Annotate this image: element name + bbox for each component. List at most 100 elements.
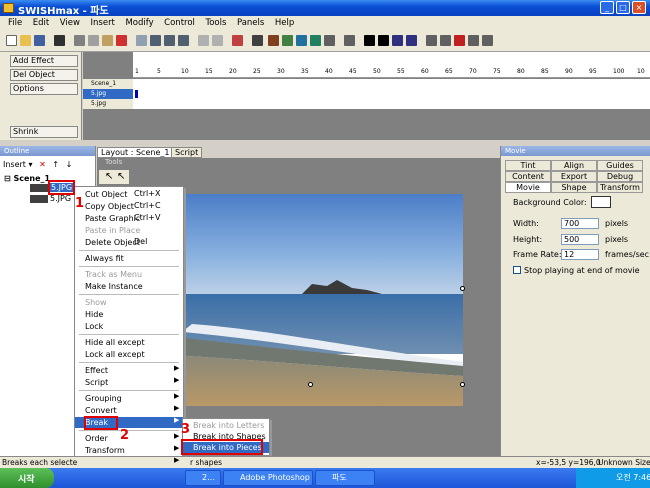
menu-item-convert[interactable]: Convert [75,405,183,416]
paste-icon[interactable] [102,35,113,46]
save-icon[interactable] [34,35,45,46]
minimize-button[interactable]: _ [600,1,614,14]
timeline-row-image[interactable]: 5.jpg [83,99,133,109]
tab-content[interactable]: Content [505,171,551,182]
menu-edit[interactable]: Edit [33,16,49,30]
menu-item-show[interactable]: Show [75,297,183,308]
text-icon[interactable] [268,35,279,46]
move-up-icon[interactable] [136,35,147,46]
redo-icon[interactable] [212,35,223,46]
resize-handle[interactable] [460,286,465,291]
menu-item-hide-all-except[interactable]: Hide all except [75,337,183,348]
shrink-button[interactable]: Shrink [10,126,78,138]
scene-node[interactable]: ⊟ Scene_1 [4,174,50,183]
copy-icon[interactable] [88,35,99,46]
beach-photo[interactable] [152,194,463,406]
last-frame-icon[interactable] [482,35,493,46]
select-arrow-icon[interactable]: ↖ [105,171,113,182]
shape-icon[interactable] [296,35,307,46]
width-field[interactable]: 700 [561,218,599,229]
help-icon[interactable] [232,35,243,46]
sound-icon[interactable] [310,35,321,46]
menu-view[interactable]: View [60,16,80,30]
menu-control[interactable]: Control [164,16,195,30]
frame-rate-field[interactable]: 12 [561,249,599,260]
maximize-button[interactable]: □ [616,1,630,14]
taskbar-item[interactable]: 2... [185,470,221,486]
menu-insert[interactable]: Insert [91,16,115,30]
menu-item-track-as-menu[interactable]: Track as Menu [75,269,183,280]
play-icon[interactable] [364,35,375,46]
first-frame-icon[interactable] [426,35,437,46]
play-timeline-icon[interactable] [392,35,403,46]
subselect-icon[interactable]: ↖ [117,171,125,182]
menu-item-break-letters[interactable]: Break into Letters [183,420,269,431]
taskbar-wave[interactable]: 파도 [315,470,375,486]
play-effect-icon[interactable] [406,35,417,46]
add-effect-button[interactable]: Add Effect [10,55,78,67]
prev-frame-icon[interactable] [440,35,451,46]
menu-item-make-instance[interactable]: Make Instance [75,281,183,292]
menu-item-grouping[interactable]: Grouping [75,393,183,404]
tab-movie[interactable]: Movie [505,182,551,193]
cut-icon[interactable] [74,35,85,46]
move-down-icon[interactable] [150,35,161,46]
delete-x-icon[interactable]: ✕ [39,160,46,169]
close-button[interactable]: × [632,1,646,14]
timeline-cursor[interactable] [135,90,138,98]
menu-item-effect[interactable]: Effect [75,365,183,376]
menu-panels[interactable]: Panels [237,16,264,30]
options-button[interactable]: Options [10,83,78,95]
undo-icon[interactable] [198,35,209,46]
record-icon[interactable] [454,35,465,46]
content-icon[interactable] [344,35,355,46]
tab-debug[interactable]: Debug [597,171,643,182]
menu-file[interactable]: File [8,16,22,30]
tab-layout[interactable]: Layout : Scene_1 [97,147,174,158]
next-frame-icon[interactable] [468,35,479,46]
bring-front-icon[interactable] [164,35,175,46]
button-icon[interactable] [324,35,335,46]
image-icon[interactable] [282,35,293,46]
menu-item-paste-graphic[interactable]: Paste Graphic [75,213,183,224]
resize-handle[interactable] [308,382,313,387]
outline-item[interactable]: 5.JPG [50,194,71,203]
tab-shape[interactable]: Shape [551,182,597,193]
menu-item-cut-object[interactable]: Cut Object [75,189,183,200]
up-arrow-icon[interactable]: ↑ [52,160,59,169]
menu-item-paste-in-place[interactable]: Paste in Place [75,225,183,236]
bg-color-swatch[interactable] [591,196,611,208]
menu-item-delete-object[interactable]: Delete Object [75,237,183,248]
menu-item-lock[interactable]: Lock [75,321,183,332]
tab-align[interactable]: Align [551,160,597,171]
tab-transform[interactable]: Transform [597,182,643,193]
stop-checkbox[interactable] [513,266,521,274]
find-icon[interactable] [54,35,65,46]
menu-help[interactable]: Help [275,16,294,30]
new-file-icon[interactable] [6,35,17,46]
menu-item-copy-object[interactable]: Copy Object [75,201,183,212]
tab-export[interactable]: Export [551,171,597,182]
menu-item-always-fit[interactable]: Always fit [75,253,183,264]
start-button[interactable]: 시작 [0,468,54,488]
stop-icon[interactable] [378,35,389,46]
menu-item-hide[interactable]: Hide [75,309,183,320]
menu-modify[interactable]: Modify [125,16,153,30]
timeline-grid[interactable] [133,79,650,109]
menu-item-script[interactable]: Script [75,377,183,388]
open-folder-icon[interactable] [20,35,31,46]
delete-icon[interactable] [116,35,127,46]
timeline-row-image[interactable]: 5.jpg [83,89,133,99]
insert-dropdown[interactable]: Insert ▾ ✕ ↑ ↓ [3,160,72,169]
taskbar-photoshop[interactable]: Adobe Photoshop [223,470,313,486]
down-arrow-icon[interactable]: ↓ [66,160,73,169]
tab-guides[interactable]: Guides [597,160,643,171]
sprite-icon[interactable] [252,35,263,46]
menu-tools[interactable]: Tools [205,16,226,30]
menu-item-transform[interactable]: Transform [75,445,183,456]
timeline-ruler[interactable]: 1 5 10 15 20 25 30 35 40 45 50 55 60 65 70 75 80 85 90 95 10… [133,52,650,78]
menu-item-lock-all-except[interactable]: Lock all except [75,349,183,360]
send-back-icon[interactable] [178,35,189,46]
height-field[interactable]: 500 [561,234,599,245]
tab-script[interactable]: Script [171,147,203,158]
